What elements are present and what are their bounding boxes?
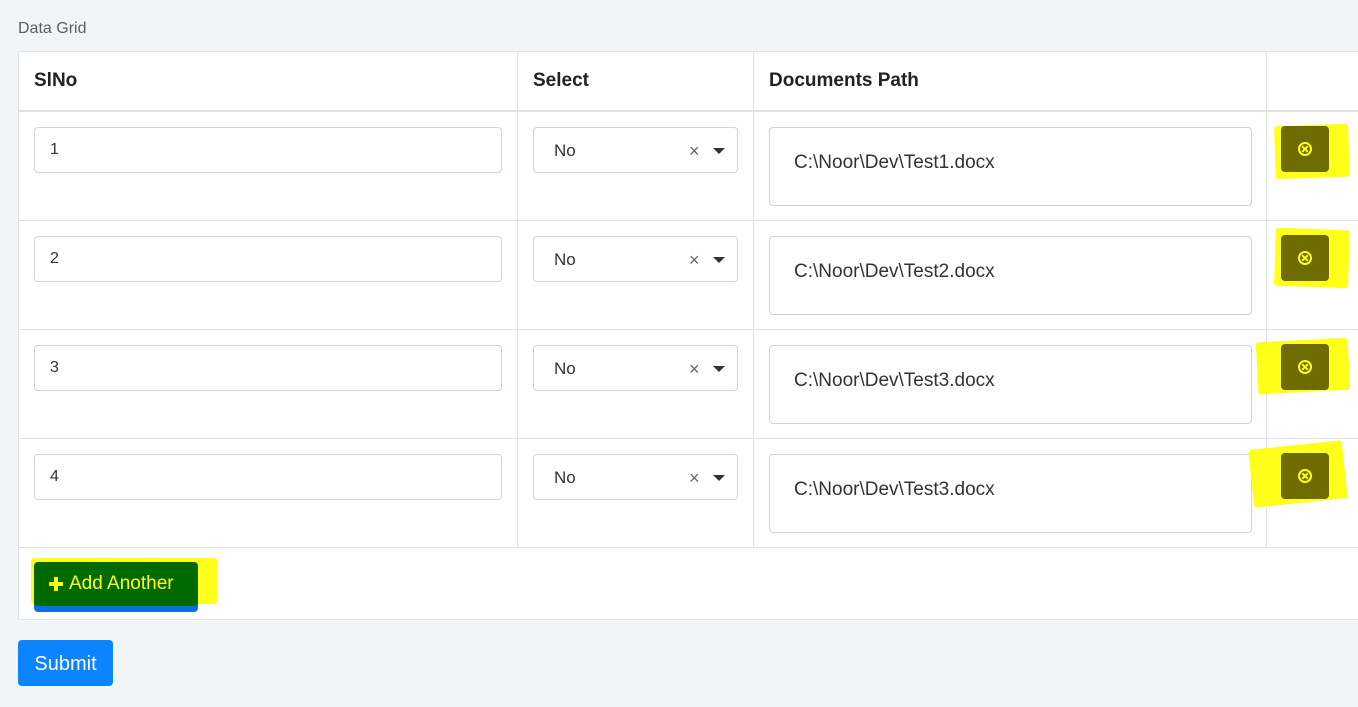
select-value: No (554, 467, 576, 487)
slno-cell: 1 (18, 110, 518, 221)
data-grid: SlNo Select Documents Path 1 No × C:\Noo… (18, 51, 1358, 620)
select-value: No (554, 140, 576, 160)
select-dropdown[interactable]: No × (533, 344, 738, 392)
table-row: 2 No × C:\Noor\Dev\Test2.docx (18, 219, 1358, 330)
slno-cell: 3 (18, 328, 518, 439)
remove-row-button[interactable] (1281, 234, 1329, 281)
path-cell: C:\Noor\Dev\Test2.docx (753, 219, 1267, 330)
action-cell (1248, 437, 1358, 548)
clear-icon[interactable]: × (689, 455, 700, 501)
grid-label: Data Grid (18, 20, 87, 37)
select-dropdown[interactable]: No × (533, 126, 738, 174)
data-grid-table: SlNo Select Documents Path 1 No × C:\Noo… (18, 51, 1358, 548)
slno-input[interactable]: 1 (34, 126, 502, 173)
action-cell (1266, 110, 1358, 221)
documents-path-input[interactable]: C:\Noor\Dev\Test3.docx (769, 344, 1252, 424)
caret-down-icon[interactable] (713, 365, 725, 372)
slno-cell: 2 (18, 219, 518, 330)
documents-path-input[interactable]: C:\Noor\Dev\Test3.docx (769, 453, 1252, 533)
action-cell (1255, 328, 1358, 439)
header-row: SlNo Select Documents Path (18, 51, 1358, 112)
column-header-slno: SlNo (18, 51, 518, 112)
table-row: 1 No × C:\Noor\Dev\Test1.docx (18, 110, 1358, 221)
remove-row-button[interactable] (1281, 343, 1329, 390)
select-cell: No × (517, 219, 754, 330)
remove-row-button[interactable] (1281, 452, 1329, 499)
select-cell: No × (517, 110, 754, 221)
path-cell: C:\Noor\Dev\Test1.docx (753, 110, 1267, 221)
table-row: 4 No × C:\Noor\Dev\Test3.docx (18, 437, 1358, 548)
column-header-documents-path: Documents Path (753, 51, 1267, 112)
add-another-button[interactable]: Add Another (34, 562, 198, 606)
select-value: No (554, 358, 576, 378)
caret-down-icon[interactable] (713, 147, 725, 154)
path-cell: C:\Noor\Dev\Test3.docx (753, 437, 1267, 548)
remove-row-button[interactable] (1281, 125, 1329, 172)
select-cell: No × (517, 328, 754, 439)
slno-cell: 4 (18, 437, 518, 548)
slno-input[interactable]: 2 (34, 235, 502, 282)
times-circle-icon (1298, 141, 1312, 156)
path-cell: C:\Noor\Dev\Test3.docx (753, 328, 1267, 439)
select-dropdown[interactable]: No × (533, 235, 738, 283)
column-header-select: Select (517, 51, 754, 112)
plus-icon (49, 577, 63, 591)
column-header-actions (1266, 51, 1358, 112)
times-circle-icon (1298, 250, 1312, 265)
times-circle-icon (1298, 359, 1312, 374)
add-another-label: Add Another (69, 573, 174, 594)
submit-button[interactable]: Submit (18, 640, 113, 686)
select-cell: No × (517, 437, 754, 548)
documents-path-input[interactable]: C:\Noor\Dev\Test2.docx (769, 235, 1252, 315)
slno-input[interactable]: 4 (34, 453, 502, 500)
caret-down-icon[interactable] (713, 474, 725, 481)
times-circle-icon (1298, 468, 1312, 483)
select-value: No (554, 249, 576, 269)
clear-icon[interactable]: × (689, 237, 700, 283)
slno-input[interactable]: 3 (34, 344, 502, 391)
table-row: 3 No × C:\Noor\Dev\Test3.docx (18, 328, 1358, 439)
documents-path-input[interactable]: C:\Noor\Dev\Test1.docx (769, 126, 1252, 206)
clear-icon[interactable]: × (689, 346, 700, 392)
select-dropdown[interactable]: No × (533, 453, 738, 501)
page: Data Grid SlNo Select Documents Path 1 N… (0, 0, 1358, 707)
caret-down-icon[interactable] (713, 256, 725, 263)
action-cell (1266, 219, 1358, 330)
clear-icon[interactable]: × (689, 128, 700, 174)
